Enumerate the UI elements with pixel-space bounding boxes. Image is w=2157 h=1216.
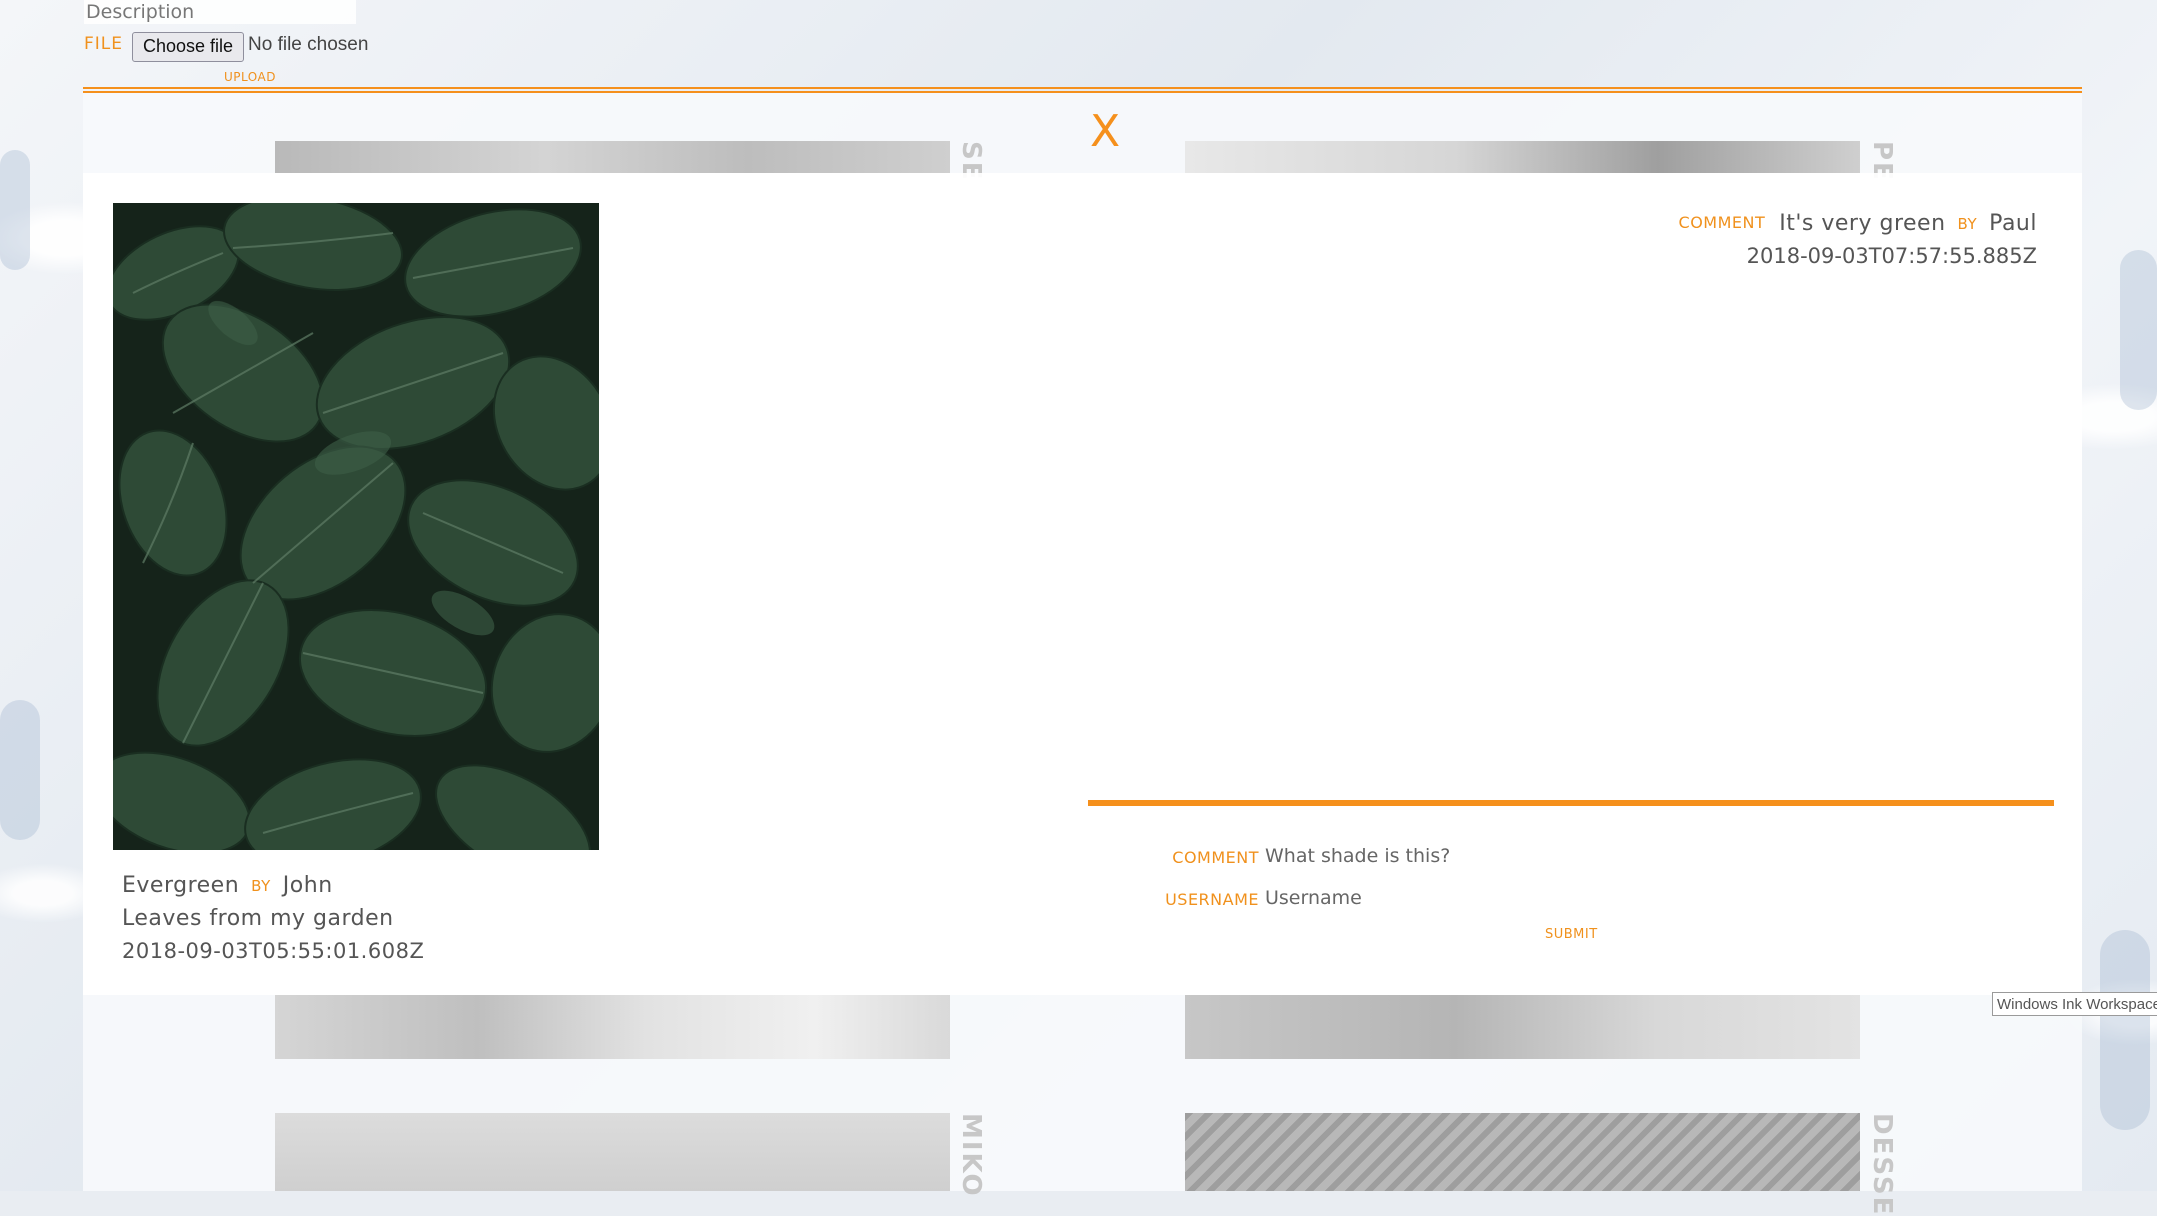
gallery-caption: MIKO — [956, 1113, 986, 1198]
gallery-card[interactable] — [1185, 1113, 1860, 1191]
by-label: BY — [1957, 215, 1978, 233]
image-title-line: Evergreen BY John — [122, 873, 333, 898]
description-input[interactable] — [84, 0, 356, 24]
comment-list: COMMENT It's very green BY Paul 2018-09-03T… — [1679, 211, 2037, 268]
gallery-card[interactable] — [275, 1113, 950, 1191]
upload-button[interactable]: UPLOAD — [224, 70, 276, 84]
background-streak — [0, 700, 40, 840]
evergreen-photo — [113, 203, 599, 850]
no-file-text: No file chosen — [248, 34, 369, 55]
background-streak — [2120, 250, 2157, 410]
username-field-label: USERNAME — [1165, 890, 1259, 909]
file-label: FILE — [84, 34, 124, 54]
comment-author: Paul — [1989, 211, 2037, 236]
image-date: 2018-09-03T05:55:01.608Z — [122, 939, 425, 963]
submit-button[interactable]: SUBMIT — [1545, 927, 1598, 942]
windows-ink-tooltip: Windows Ink Workspace — [1992, 992, 2157, 1016]
gallery-caption: DESSE — [1867, 1113, 1897, 1216]
background-streak — [0, 150, 30, 270]
comment-text: It's very green — [1779, 211, 1946, 236]
comment-tag: COMMENT — [1678, 213, 1766, 232]
comment-item: COMMENT It's very green BY Paul — [1679, 211, 2037, 236]
background-streak — [2100, 930, 2150, 1130]
leaves-image — [113, 203, 599, 850]
gallery-card[interactable] — [1185, 141, 1860, 173]
comment-input[interactable] — [1265, 845, 1765, 867]
image-modal: Evergreen BY John Leaves from my garden 20… — [83, 173, 2082, 995]
gallery-card[interactable] — [275, 995, 950, 1059]
image-description: Leaves from my garden — [122, 906, 394, 931]
header-divider — [83, 87, 2082, 89]
close-button[interactable]: X — [1090, 108, 1120, 156]
choose-file-button[interactable]: Choose file — [132, 32, 245, 62]
upload-form: FILE Choose file No file chosen UPLOAD — [84, 0, 1084, 90]
comment-field-label: COMMENT — [1172, 848, 1259, 867]
username-input[interactable] — [1265, 887, 1765, 909]
image-title: Evergreen — [122, 873, 240, 898]
gallery-card[interactable] — [1185, 995, 1860, 1059]
comment-date: 2018-09-03T07:57:55.885Z — [1746, 244, 2037, 268]
by-label: BY — [251, 877, 271, 895]
comment-divider — [1088, 800, 2054, 806]
image-author: John — [282, 873, 333, 898]
gallery-card[interactable] — [275, 141, 950, 173]
